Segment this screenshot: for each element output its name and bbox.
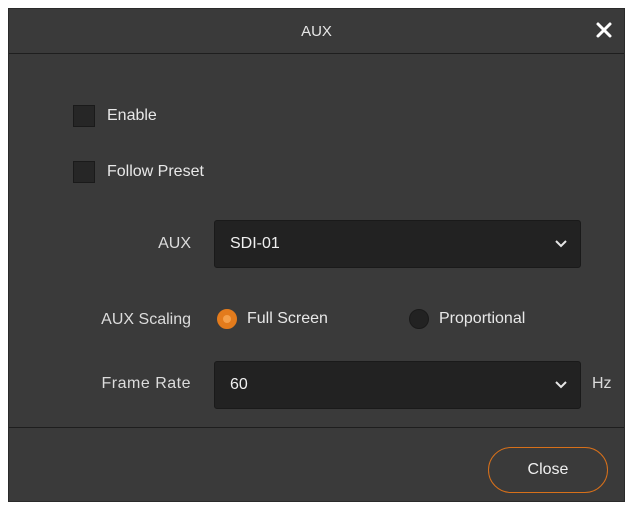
- aux-select-value: SDI-01: [230, 235, 280, 252]
- follow-preset-option[interactable]: Follow Preset: [73, 161, 204, 183]
- enable-option[interactable]: Enable: [73, 105, 157, 127]
- dialog-titlebar: AUX: [9, 9, 624, 54]
- frame-rate-label: Frame Rate: [101, 375, 191, 392]
- scaling-option-full-screen[interactable]: Full Screen: [217, 309, 328, 329]
- enable-checkbox[interactable]: [73, 105, 95, 127]
- close-button[interactable]: Close: [488, 447, 608, 493]
- aux-label: AUX: [158, 235, 191, 252]
- aux-select[interactable]: SDI-01: [214, 220, 581, 268]
- frame-rate-select[interactable]: 60: [214, 361, 581, 409]
- full-screen-label: Full Screen: [247, 310, 328, 327]
- proportional-label: Proportional: [439, 310, 526, 327]
- aux-scaling-label: AUX Scaling: [101, 311, 191, 328]
- frame-rate-value: 60: [230, 376, 248, 393]
- close-icon[interactable]: [594, 20, 614, 40]
- enable-label: Enable: [107, 107, 157, 124]
- full-screen-radio[interactable]: [217, 309, 237, 329]
- proportional-radio[interactable]: [409, 309, 429, 329]
- scaling-option-proportional[interactable]: Proportional: [409, 309, 525, 329]
- frame-rate-unit: Hz: [592, 375, 612, 392]
- chevron-down-icon: [555, 240, 567, 248]
- aux-dialog: AUX Enable Follow Preset AUX SDI-01 AUX …: [8, 8, 625, 502]
- dialog-title: AUX: [301, 22, 332, 40]
- follow-preset-label: Follow Preset: [107, 163, 204, 180]
- chevron-down-icon: [555, 381, 567, 389]
- follow-preset-checkbox[interactable]: [73, 161, 95, 183]
- footer-divider: [9, 427, 624, 428]
- close-button-label: Close: [527, 461, 569, 478]
